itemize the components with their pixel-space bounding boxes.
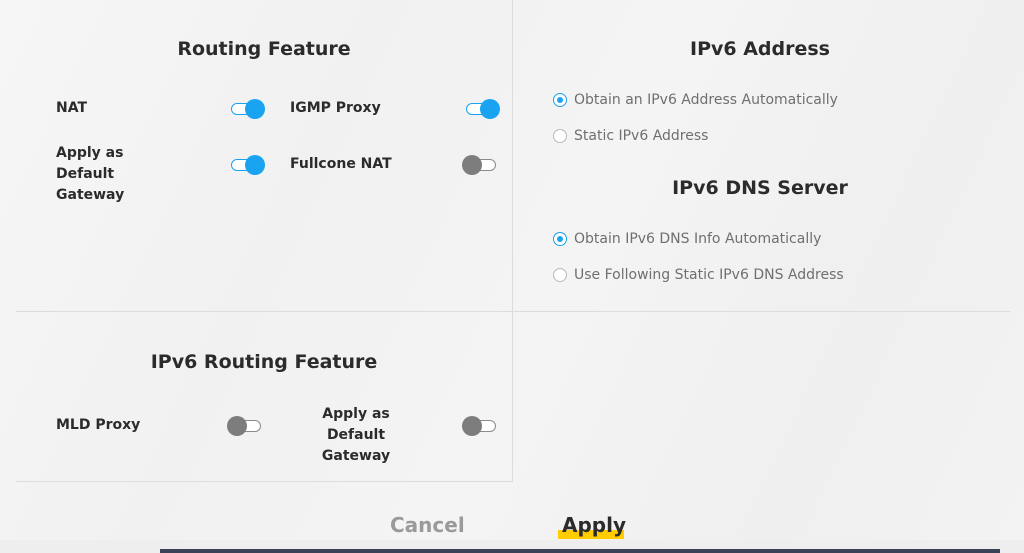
radio-label: Obtain IPv6 DNS Info Automatically xyxy=(574,231,822,247)
igmp-proxy-label: IGMP Proxy xyxy=(290,100,381,116)
igmp-proxy-toggle[interactable] xyxy=(464,98,500,120)
radio-button[interactable] xyxy=(553,93,567,107)
radio-button[interactable] xyxy=(553,232,567,246)
fullcone-nat-label: Fullcone NAT xyxy=(290,156,392,172)
mld-proxy-toggle[interactable] xyxy=(227,415,263,437)
ipv6-dns-title: IPv6 DNS Server xyxy=(672,177,848,199)
vertical-divider-bottom xyxy=(512,311,513,482)
horizontal-divider-middle xyxy=(16,311,1010,312)
radio-button[interactable] xyxy=(553,129,567,143)
ipv6-default-gateway-label: Apply as Default Gateway xyxy=(321,406,391,464)
mld-proxy-label: MLD Proxy xyxy=(56,417,141,433)
cancel-button[interactable]: Cancel xyxy=(390,513,465,537)
bottom-bar xyxy=(160,549,1000,553)
settings-panel: Routing Feature NAT IGMP Proxy Apply as … xyxy=(0,0,1024,540)
ipv6-default-gateway-toggle[interactable] xyxy=(462,415,498,437)
radio-ipv6-static[interactable]: Static IPv6 Address xyxy=(553,128,708,144)
apply-button[interactable]: Apply xyxy=(562,513,626,537)
radio-button[interactable] xyxy=(553,268,567,282)
radio-label: Static IPv6 Address xyxy=(574,128,709,144)
ipv6-address-title: IPv6 Address xyxy=(690,38,830,60)
radio-dns-static[interactable]: Use Following Static IPv6 DNS Address xyxy=(553,267,844,283)
vertical-divider-top xyxy=(512,0,513,311)
radio-ipv6-auto[interactable]: Obtain an IPv6 Address Automatically xyxy=(553,92,838,108)
default-gateway-toggle[interactable] xyxy=(229,154,265,176)
radio-dns-auto[interactable]: Obtain IPv6 DNS Info Automatically xyxy=(553,231,821,247)
radio-label: Use Following Static IPv6 DNS Address xyxy=(574,267,844,283)
routing-feature-title: Routing Feature xyxy=(177,38,351,60)
nat-toggle[interactable] xyxy=(229,98,265,120)
nat-label: NAT xyxy=(56,100,88,116)
ipv6-routing-title: IPv6 Routing Feature xyxy=(150,351,378,373)
horizontal-divider-bottom xyxy=(16,481,513,482)
radio-label: Obtain an IPv6 Address Automatically xyxy=(574,92,838,108)
fullcone-nat-toggle[interactable] xyxy=(462,154,498,176)
default-gateway-label: Apply as Default Gateway xyxy=(56,145,125,203)
